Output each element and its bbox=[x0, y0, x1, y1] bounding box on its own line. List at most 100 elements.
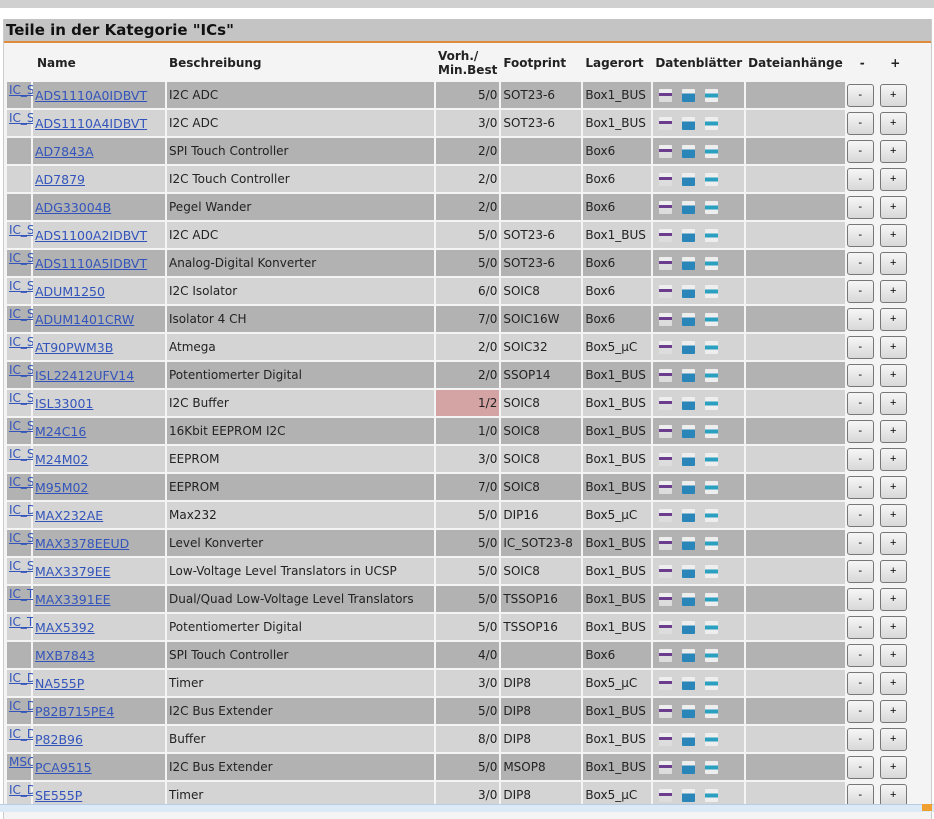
datasheet-icon-3[interactable] bbox=[705, 257, 719, 270]
part-name-link[interactable]: NA555P bbox=[35, 676, 84, 691]
datasheet-icon-2[interactable] bbox=[682, 285, 696, 298]
increase-stock-button[interactable]: + bbox=[879, 531, 907, 555]
part-name-link[interactable]: ADG33004B bbox=[35, 200, 111, 215]
datasheet-icon-3[interactable] bbox=[705, 789, 719, 802]
decrease-stock-button[interactable]: - bbox=[846, 475, 874, 499]
datasheet-icon-2[interactable] bbox=[682, 761, 696, 774]
part-name-link[interactable]: ISL33001 bbox=[35, 396, 93, 411]
datasheet-icon-3[interactable] bbox=[705, 89, 719, 102]
increase-stock-button[interactable]: + bbox=[879, 195, 907, 219]
part-name-link[interactable]: AT90PWM3B bbox=[35, 340, 113, 355]
part-name-link[interactable]: MXB7843 bbox=[35, 648, 95, 663]
decrease-stock-button[interactable]: - bbox=[846, 755, 874, 779]
decrease-stock-button[interactable]: - bbox=[846, 279, 874, 303]
datasheet-icon-1[interactable] bbox=[659, 565, 673, 578]
part-name-link[interactable]: M95M02 bbox=[35, 480, 88, 495]
datasheet-icon-3[interactable] bbox=[705, 621, 719, 634]
increase-stock-button[interactable]: + bbox=[879, 475, 907, 499]
datasheet-icon-1[interactable] bbox=[659, 593, 673, 606]
datasheet-icon-1[interactable] bbox=[659, 257, 673, 270]
datasheet-icon-2[interactable] bbox=[682, 369, 696, 382]
decrease-stock-button[interactable]: - bbox=[846, 363, 874, 387]
part-name-link[interactable]: ADS1100A2IDBVT bbox=[35, 228, 147, 243]
decrease-stock-button[interactable]: - bbox=[846, 559, 874, 583]
increase-stock-button[interactable]: + bbox=[879, 391, 907, 415]
datasheet-icon-3[interactable] bbox=[705, 565, 719, 578]
part-name-link[interactable]: MAX3378EEUD bbox=[35, 536, 129, 551]
datasheet-icon-2[interactable] bbox=[682, 117, 696, 130]
increase-stock-button[interactable]: + bbox=[879, 615, 907, 639]
datasheet-icon-2[interactable] bbox=[682, 397, 696, 410]
increase-stock-button[interactable]: + bbox=[879, 307, 907, 331]
datasheet-icon-1[interactable] bbox=[659, 705, 673, 718]
datasheet-icon-1[interactable] bbox=[659, 397, 673, 410]
notification-icon[interactable] bbox=[922, 804, 932, 811]
increase-stock-button[interactable]: + bbox=[879, 671, 907, 695]
datasheet-icon-3[interactable] bbox=[705, 537, 719, 550]
decrease-stock-button[interactable]: - bbox=[846, 531, 874, 555]
part-name-link[interactable]: ISL22412UFV14 bbox=[35, 368, 134, 383]
decrease-stock-button[interactable]: - bbox=[846, 111, 874, 135]
part-name-link[interactable]: SE555P bbox=[35, 788, 82, 803]
datasheet-icon-3[interactable] bbox=[705, 733, 719, 746]
part-name-link[interactable]: ADUM1250 bbox=[35, 284, 105, 299]
increase-stock-button[interactable]: + bbox=[879, 699, 907, 723]
part-name-link[interactable]: AD7843A bbox=[35, 144, 94, 159]
datasheet-icon-2[interactable] bbox=[682, 341, 696, 354]
datasheet-icon-1[interactable] bbox=[659, 621, 673, 634]
datasheet-icon-1[interactable] bbox=[659, 761, 673, 774]
part-name-link[interactable]: MAX5392 bbox=[35, 620, 95, 635]
decrease-stock-button[interactable]: - bbox=[846, 83, 874, 107]
datasheet-icon-3[interactable] bbox=[705, 173, 719, 186]
datasheet-icon-1[interactable] bbox=[659, 89, 673, 102]
increase-stock-button[interactable]: + bbox=[879, 251, 907, 275]
part-name-link[interactable]: P82B715PE4 bbox=[35, 704, 114, 719]
increase-stock-button[interactable]: + bbox=[879, 643, 907, 667]
part-name-link[interactable]: ADS1110A4IDBVT bbox=[35, 116, 147, 131]
datasheet-icon-2[interactable] bbox=[682, 145, 696, 158]
decrease-stock-button[interactable]: - bbox=[846, 167, 874, 191]
datasheet-icon-2[interactable] bbox=[682, 677, 696, 690]
increase-stock-button[interactable]: + bbox=[879, 83, 907, 107]
decrease-stock-button[interactable]: - bbox=[846, 447, 874, 471]
decrease-stock-button[interactable]: - bbox=[846, 335, 874, 359]
part-name-link[interactable]: MAX3391EE bbox=[35, 592, 111, 607]
header-name[interactable]: Name bbox=[33, 46, 165, 80]
part-name-link[interactable]: M24C16 bbox=[35, 424, 86, 439]
decrease-stock-button[interactable]: - bbox=[846, 699, 874, 723]
datasheet-icon-3[interactable] bbox=[705, 649, 719, 662]
datasheet-icon-2[interactable] bbox=[682, 229, 696, 242]
datasheet-icon-2[interactable] bbox=[682, 481, 696, 494]
datasheet-icon-1[interactable] bbox=[659, 173, 673, 186]
datasheet-icon-2[interactable] bbox=[682, 593, 696, 606]
part-name-link[interactable]: PCA9515 bbox=[35, 760, 92, 775]
datasheet-icon-1[interactable] bbox=[659, 229, 673, 242]
datasheet-icon-3[interactable] bbox=[705, 761, 719, 774]
part-name-link[interactable]: ADUM1401CRW bbox=[35, 312, 134, 327]
datasheet-icon-3[interactable] bbox=[705, 397, 719, 410]
datasheet-icon-3[interactable] bbox=[705, 677, 719, 690]
datasheet-icon-3[interactable] bbox=[705, 705, 719, 718]
increase-stock-button[interactable]: + bbox=[879, 503, 907, 527]
increase-stock-button[interactable]: + bbox=[879, 279, 907, 303]
increase-stock-button[interactable]: + bbox=[879, 335, 907, 359]
datasheet-icon-2[interactable] bbox=[682, 789, 696, 802]
datasheet-icon-2[interactable] bbox=[682, 173, 696, 186]
datasheet-icon-3[interactable] bbox=[705, 425, 719, 438]
datasheet-icon-1[interactable] bbox=[659, 789, 673, 802]
part-name-link[interactable]: ADS1110A0IDBVT bbox=[35, 88, 147, 103]
datasheet-icon-3[interactable] bbox=[705, 481, 719, 494]
decrease-stock-button[interactable]: - bbox=[846, 139, 874, 163]
datasheet-icon-3[interactable] bbox=[705, 509, 719, 522]
increase-stock-button[interactable]: + bbox=[879, 727, 907, 751]
increase-stock-button[interactable]: + bbox=[879, 139, 907, 163]
part-name-link[interactable]: P82B96 bbox=[35, 732, 83, 747]
decrease-stock-button[interactable]: - bbox=[846, 391, 874, 415]
datasheet-icon-3[interactable] bbox=[705, 229, 719, 242]
datasheet-icon-2[interactable] bbox=[682, 705, 696, 718]
datasheet-icon-3[interactable] bbox=[705, 593, 719, 606]
datasheet-icon-1[interactable] bbox=[659, 481, 673, 494]
datasheet-icon-1[interactable] bbox=[659, 509, 673, 522]
datasheet-icon-3[interactable] bbox=[705, 117, 719, 130]
datasheet-icon-3[interactable] bbox=[705, 285, 719, 298]
